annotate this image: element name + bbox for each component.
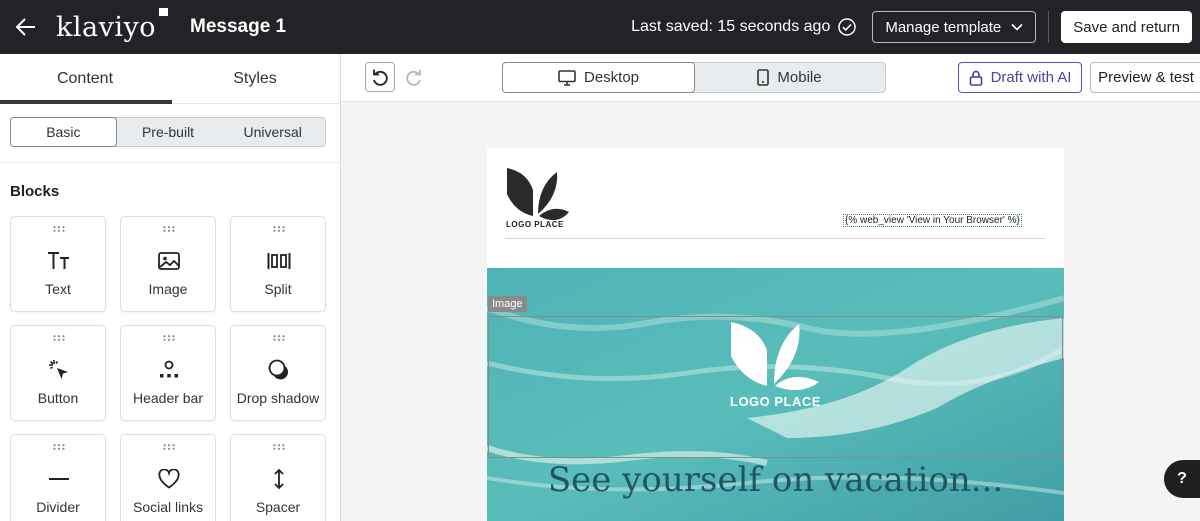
image-block-tag: Image	[488, 296, 527, 312]
blocks-grid: Text Image Split Button Header bar Drop …	[10, 216, 326, 521]
cursor-click-icon	[47, 358, 71, 382]
klaviyo-logo[interactable]: klaviyo	[56, 7, 168, 43]
email-canvas[interactable]: LOGO PLACE {% web_view 'View in Your Bro…	[487, 148, 1064, 521]
block-spacer[interactable]: Spacer	[230, 434, 326, 521]
active-tab-indicator	[0, 100, 172, 104]
block-label: Split	[264, 281, 292, 297]
top-actions: Last saved: 15 seconds ago Manage templa…	[631, 0, 1200, 54]
drag-handle-icon	[53, 335, 65, 341]
drag-handle-icon	[163, 444, 175, 450]
segment-pre-built[interactable]: Pre-built	[116, 118, 221, 146]
block-button[interactable]: Button	[10, 325, 106, 421]
undo-icon[interactable]	[365, 62, 395, 92]
drop-shadow-icon	[267, 358, 291, 382]
web-view-link[interactable]: {% web_view 'View in Your Browser' %}	[843, 214, 1022, 227]
drag-handle-icon	[163, 335, 175, 341]
drag-handle-icon	[53, 226, 65, 232]
device-switch: Desktop Mobile	[502, 62, 886, 93]
chevron-down-icon	[1011, 23, 1023, 31]
leaf-logo-icon	[731, 322, 819, 390]
block-divider[interactable]: Divider	[10, 434, 106, 521]
mobile-view-button[interactable]: Mobile	[694, 63, 885, 92]
block-label: Social links	[132, 499, 204, 515]
drag-handle-icon	[163, 226, 175, 232]
drag-handle-icon	[273, 444, 285, 450]
message-title[interactable]: Message 1	[190, 16, 286, 38]
brand-text: klaviyo	[56, 11, 156, 43]
block-label: Drop shadow	[236, 390, 320, 406]
block-label: Divider	[36, 499, 80, 515]
tab-styles[interactable]: Styles	[170, 54, 340, 103]
manage-template-button[interactable]: Manage template	[872, 11, 1037, 43]
logo-text: LOGO PLACE	[506, 220, 564, 229]
back-arrow-icon[interactable]	[0, 0, 52, 54]
saved-check-icon	[838, 18, 857, 36]
desktop-label: Desktop	[583, 69, 640, 86]
preview-test-button[interactable]: Preview & test	[1090, 62, 1200, 93]
hero-logo-text: LOGO PLACE	[730, 394, 821, 409]
block-header-bar[interactable]: Header bar	[120, 325, 216, 421]
headline-text[interactable]: See yourself on vacation...	[487, 460, 1064, 500]
block-drop-shadow[interactable]: Drop shadow	[230, 325, 326, 421]
block-social-links[interactable]: Social links	[120, 434, 216, 521]
divider-icon	[47, 467, 71, 491]
redo-icon[interactable]	[399, 62, 429, 92]
heart-icon	[157, 467, 181, 491]
help-button[interactable]: ?	[1164, 460, 1200, 498]
block-label: Image	[148, 281, 188, 297]
segment-universal[interactable]: Universal	[220, 118, 325, 146]
block-label: Spacer	[255, 499, 301, 515]
draft-with-ai-label: Draft with AI	[990, 69, 1072, 86]
monitor-icon	[558, 69, 576, 86]
lock-icon	[969, 70, 982, 86]
left-panel: Content Styles Basic Pre-built Universal…	[0, 54, 341, 521]
block-label: Text	[45, 281, 71, 297]
drag-handle-icon	[273, 226, 285, 232]
logo-flag	[159, 7, 168, 16]
block-category-switch: Basic Pre-built Universal	[10, 117, 326, 147]
spacer-icon	[267, 467, 291, 491]
desktop-view-button[interactable]: Desktop	[502, 62, 695, 93]
block-text[interactable]: Text	[10, 216, 106, 312]
image-icon	[157, 249, 181, 273]
drag-handle-icon	[273, 335, 285, 341]
divider	[0, 162, 340, 163]
save-and-return-button[interactable]: Save and return	[1061, 11, 1192, 43]
editor-toolbar: Desktop Mobile Draft with AI Preview & t…	[341, 54, 1200, 102]
mobile-label: Mobile	[777, 69, 822, 86]
mobile-icon	[757, 69, 770, 86]
drag-handle-icon	[53, 444, 65, 450]
blocks-heading: Blocks	[10, 183, 60, 200]
segment-basic[interactable]: Basic	[10, 117, 117, 147]
split-icon	[267, 249, 291, 273]
block-image[interactable]: Image	[120, 216, 216, 312]
block-label: Header bar	[132, 390, 204, 406]
divider	[505, 238, 1045, 239]
last-saved-status: Last saved: 15 seconds ago	[631, 18, 831, 35]
manage-template-label: Manage template	[885, 18, 1002, 36]
tab-content[interactable]: Content	[0, 54, 170, 103]
divider	[1048, 11, 1050, 43]
top-bar: klaviyo Message 1 Last saved: 15 seconds…	[0, 0, 1200, 54]
block-label: Button	[37, 390, 79, 406]
panel-tabs: Content Styles	[0, 54, 340, 104]
text-icon	[47, 249, 71, 273]
header-bar-icon	[157, 358, 181, 382]
block-split[interactable]: Split	[230, 216, 326, 312]
draft-with-ai-button[interactable]: Draft with AI	[958, 62, 1082, 93]
